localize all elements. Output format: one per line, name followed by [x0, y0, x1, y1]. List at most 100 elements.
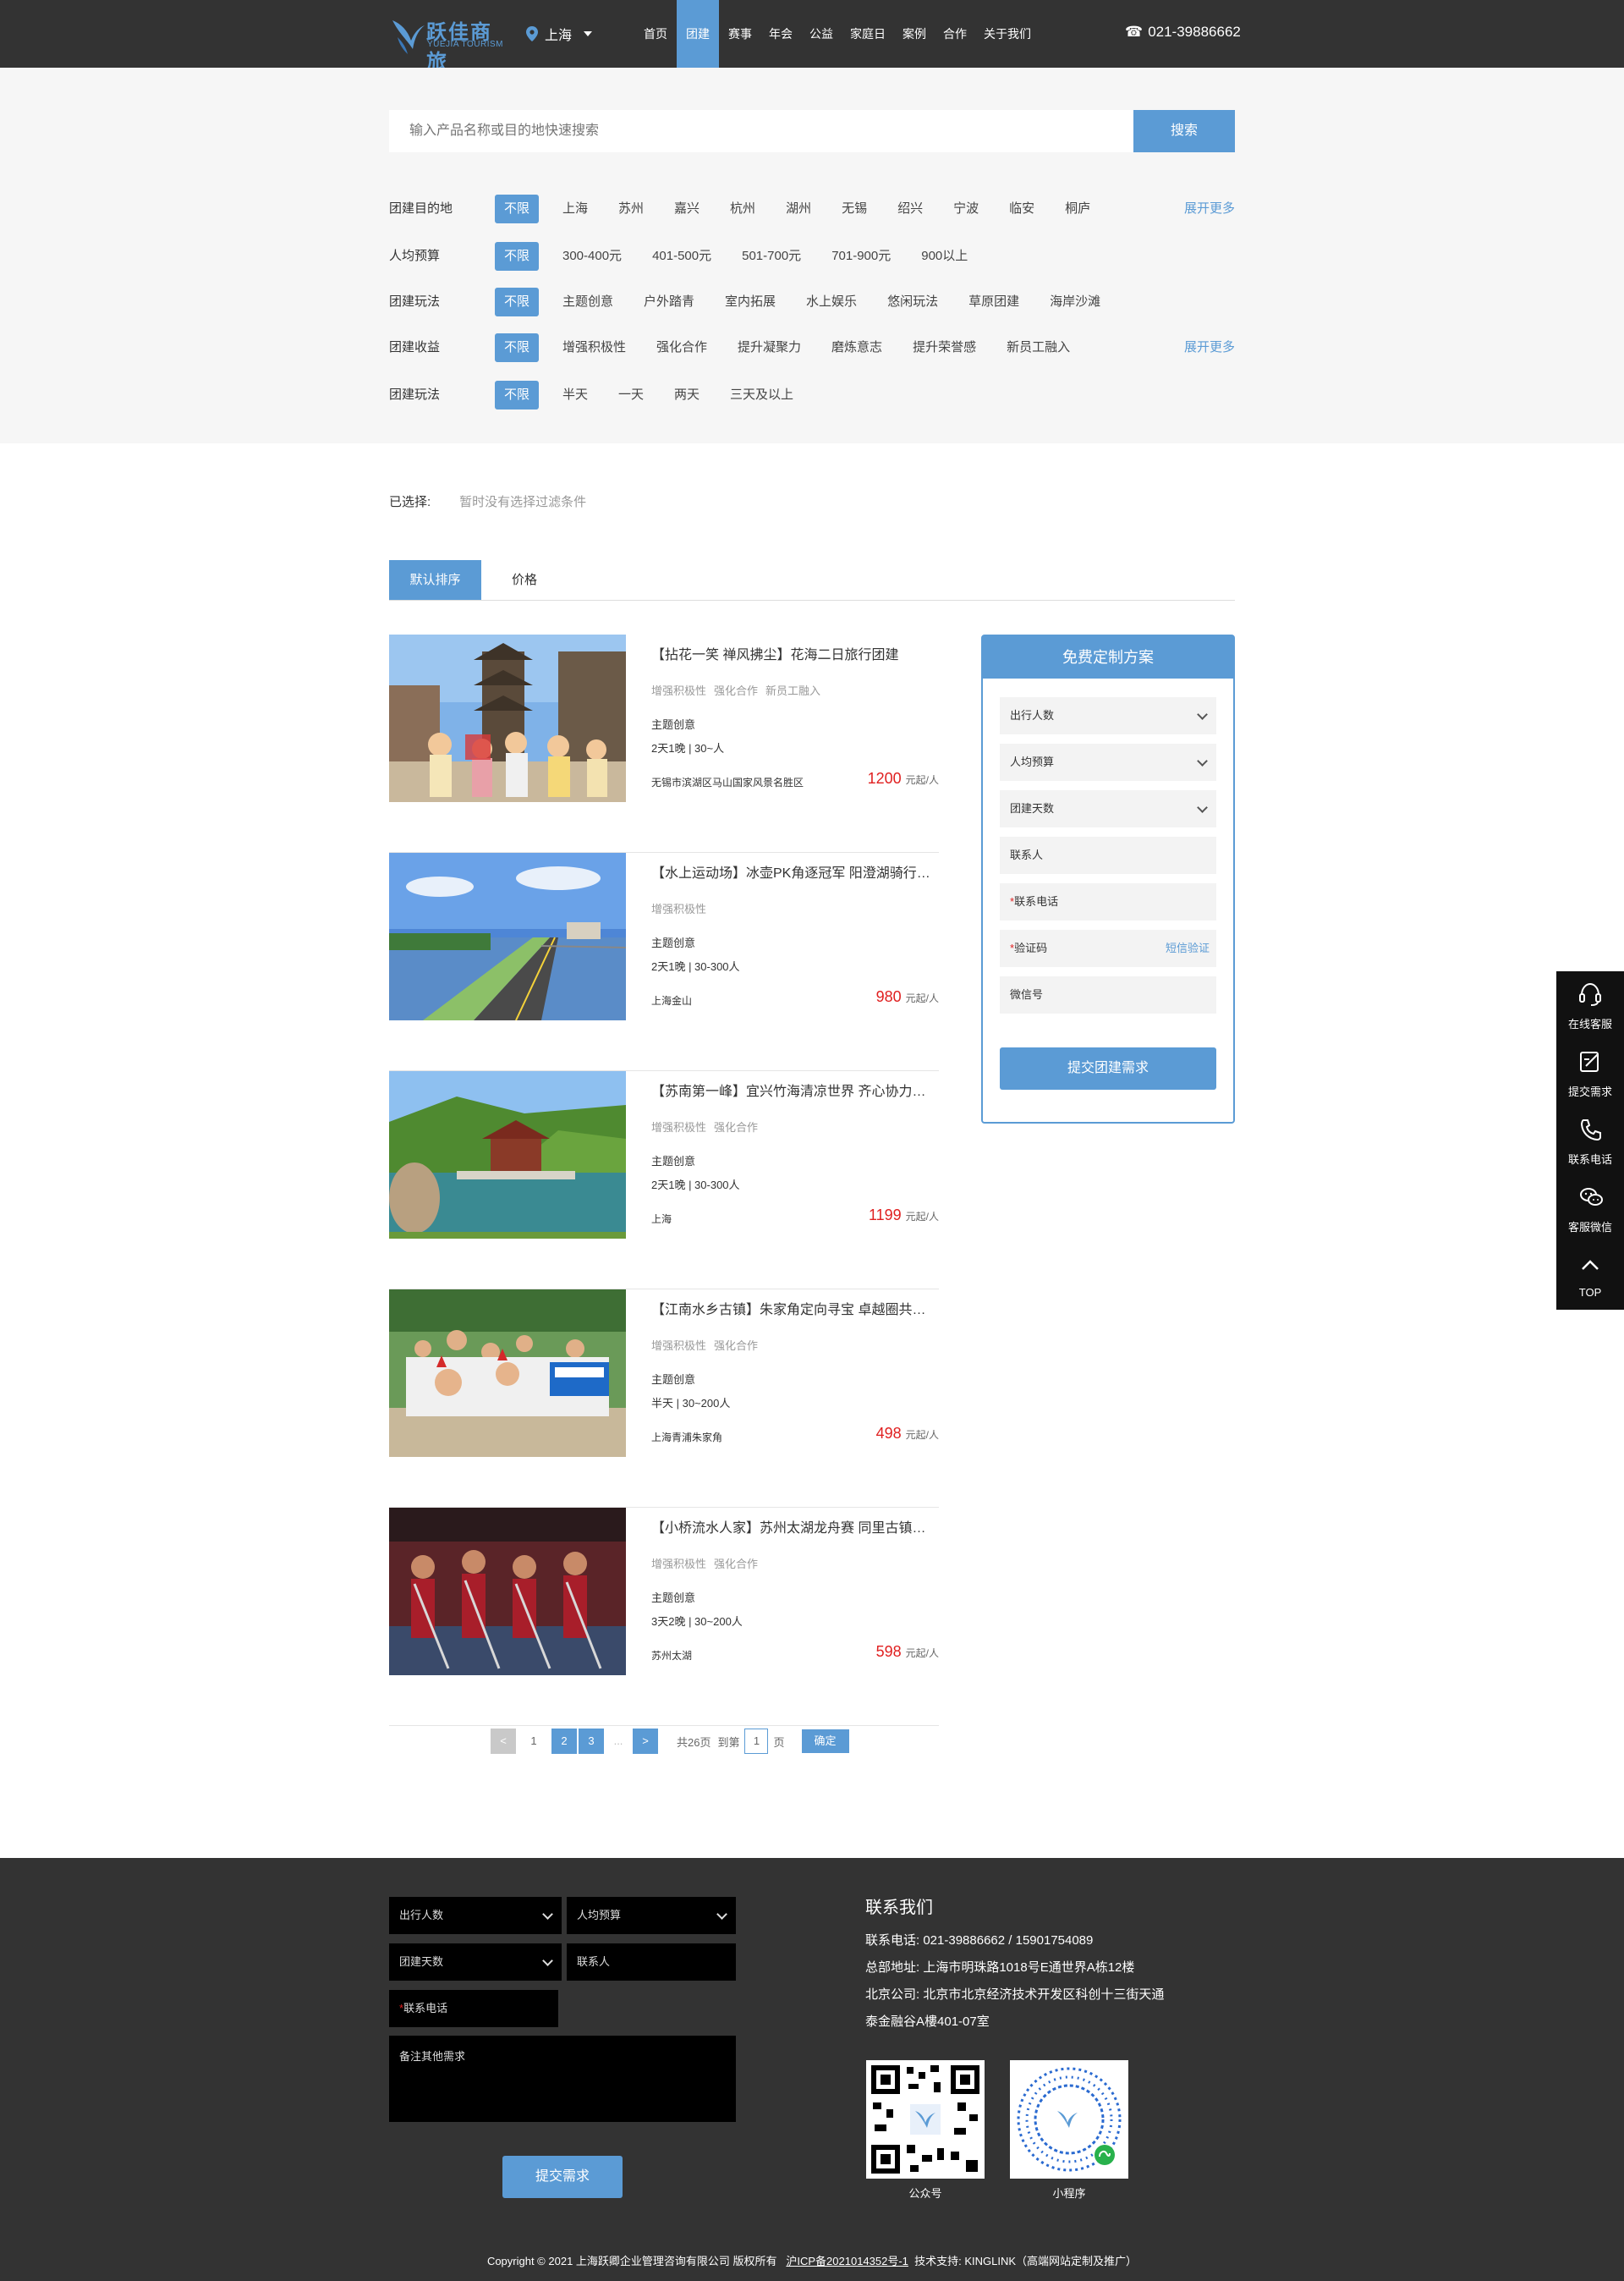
product-card[interactable]: 【水上运动场】冰壶PK角逐冠军 阳澄湖骑行环湖 增强积极性 主题创意 2天1晚 … — [389, 853, 939, 1071]
filter-option-any[interactable]: 不限 — [495, 195, 539, 223]
filter-option[interactable]: 上海 — [562, 194, 588, 224]
goto-page-input[interactable]: 1 — [744, 1729, 769, 1754]
filter-option[interactable]: 嘉兴 — [674, 194, 700, 224]
product-card[interactable]: 【小桥流水人家】苏州太湖龙舟赛 同里古镇休闲游 增强积极性 强化合作 主题创意 … — [389, 1508, 939, 1726]
nav-home[interactable]: 首页 — [636, 0, 675, 68]
icp-link[interactable]: 沪ICP备2021014352号-1 — [786, 2255, 908, 2267]
footer-travelers-select[interactable]: 出行人数 — [389, 1897, 562, 1934]
submit-request-button[interactable]: 提交需求 — [1556, 1039, 1624, 1107]
filter-option-any[interactable]: 不限 — [495, 242, 539, 271]
prev-page-button[interactable]: < — [491, 1729, 516, 1754]
nav-annual-meeting[interactable]: 年会 — [761, 0, 800, 68]
sms-verify-button[interactable]: 短信验证 — [1166, 930, 1210, 967]
filter-option[interactable]: 宁波 — [953, 194, 979, 224]
filter-option[interactable]: 杭州 — [730, 194, 755, 224]
filter-option[interactable]: 提升凝聚力 — [738, 333, 801, 363]
budget-select[interactable]: 人均预算 — [1000, 744, 1216, 781]
nav-cases[interactable]: 案例 — [895, 0, 934, 68]
product-title[interactable]: 【水上运动场】冰壶PK角逐冠军 阳澄湖骑行环湖 — [651, 861, 939, 882]
product-card[interactable]: 【江南水乡古镇】朱家角定向寻宝 卓越圈共创团队 增强积极性 强化合作 主题创意 … — [389, 1289, 939, 1508]
product-image[interactable] — [389, 853, 626, 1020]
filter-option[interactable]: 强化合作 — [656, 333, 707, 363]
page-1[interactable]: 1 — [521, 1729, 546, 1754]
footer-budget-select[interactable]: 人均预算 — [567, 1897, 736, 1934]
footer-phone-field[interactable]: *联系电话 — [389, 1990, 558, 2027]
filter-option[interactable]: 户外踏青 — [644, 287, 694, 317]
filter-option[interactable]: 悠闲玩法 — [887, 287, 938, 317]
verification-code-field[interactable]: *验证码 短信验证 — [1000, 930, 1216, 967]
filter-option[interactable]: 主题创意 — [562, 287, 613, 317]
filter-option[interactable]: 两天 — [674, 380, 700, 410]
filter-option[interactable]: 湖州 — [786, 194, 811, 224]
product-image[interactable] — [389, 1508, 626, 1675]
expand-more-link[interactable]: 展开更多 — [1184, 194, 1235, 224]
online-service-button[interactable]: 在线客服 — [1556, 971, 1624, 1039]
product-title[interactable]: 【江南水乡古镇】朱家角定向寻宝 卓越圈共创团队 — [651, 1298, 939, 1318]
phone-field[interactable]: *联系电话 — [1000, 883, 1216, 921]
filter-option[interactable]: 磨炼意志 — [831, 333, 882, 363]
brand-logo[interactable]: 跃佳商旅 YUEJIA TOURISM — [389, 12, 504, 74]
filter-option[interactable]: 桐庐 — [1065, 194, 1090, 224]
nav-family-day[interactable]: 家庭日 — [842, 0, 893, 68]
filter-option[interactable]: 300-400元 — [562, 241, 622, 272]
filter-option[interactable]: 501-700元 — [742, 241, 801, 272]
wechat-service-button[interactable]: 客服微信 — [1556, 1174, 1624, 1242]
back-to-top-button[interactable]: TOP — [1556, 1242, 1624, 1310]
page-2[interactable]: 2 — [551, 1729, 577, 1754]
filter-option[interactable]: 苏州 — [618, 194, 644, 224]
footer-days-select[interactable]: 团建天数 — [389, 1943, 562, 1981]
filter-option[interactable]: 一天 — [618, 380, 644, 410]
tab-default-sort[interactable]: 默认排序 — [389, 560, 481, 600]
filter-option[interactable]: 绍兴 — [897, 194, 923, 224]
travelers-select[interactable]: 出行人数 — [1000, 697, 1216, 734]
goto-confirm-button[interactable]: 确定 — [801, 1729, 849, 1753]
search-input[interactable] — [389, 110, 1133, 152]
filter-option[interactable]: 三天及以上 — [730, 380, 793, 410]
footer-contact-field[interactable]: 联系人 — [567, 1943, 736, 1981]
nav-team-building[interactable]: 团建 — [677, 0, 719, 68]
filter-option[interactable]: 401-500元 — [652, 241, 711, 272]
phone-icon — [1580, 1119, 1601, 1141]
product-title[interactable]: 【拈花一笑 禅风拂尘】花海二日旅行团建 — [651, 643, 939, 663]
contact-name-field[interactable]: 联系人 — [1000, 837, 1216, 874]
filter-option[interactable]: 临安 — [1009, 194, 1034, 224]
filter-option[interactable]: 半天 — [562, 380, 588, 410]
footer-submit-button[interactable]: 提交需求 — [502, 2156, 623, 2198]
filter-option-any[interactable]: 不限 — [495, 333, 539, 362]
header-phone[interactable]: ☎ 021-39886662 — [1125, 24, 1241, 41]
filter-option[interactable]: 无锡 — [842, 194, 867, 224]
product-image[interactable] — [389, 1289, 626, 1457]
page-3[interactable]: 3 — [579, 1729, 604, 1754]
filter-option[interactable]: 水上娱乐 — [806, 287, 857, 317]
filter-option[interactable]: 提升荣誉感 — [913, 333, 976, 363]
city-selector[interactable]: 上海 — [526, 23, 593, 45]
footer-remark-textarea[interactable]: 备注其他需求 — [389, 2036, 736, 2122]
nav-events[interactable]: 赛事 — [721, 0, 760, 68]
search-button[interactable]: 搜索 — [1133, 110, 1235, 152]
wechat-field[interactable]: 微信号 — [1000, 976, 1216, 1014]
product-card[interactable]: 【苏南第一峰】宜兴竹海清凉世界 齐心协力共攀高峰 增强积极性 强化合作 主题创意… — [389, 1071, 939, 1289]
product-card[interactable]: 【拈花一笑 禅风拂尘】花海二日旅行团建 增强积极性 强化合作 新员工融入 主题创… — [389, 635, 939, 853]
filter-option-any[interactable]: 不限 — [495, 381, 539, 409]
submit-plan-button[interactable]: 提交团建需求 — [1000, 1047, 1216, 1090]
nav-charity[interactable]: 公益 — [802, 0, 841, 68]
product-title[interactable]: 【小桥流水人家】苏州太湖龙舟赛 同里古镇休闲游 — [651, 1516, 939, 1536]
next-page-button[interactable]: > — [633, 1729, 658, 1754]
filter-option[interactable]: 900以上 — [921, 241, 968, 272]
product-image[interactable] — [389, 1071, 626, 1239]
nav-about[interactable]: 关于我们 — [976, 0, 1039, 68]
filter-option-any[interactable]: 不限 — [495, 288, 539, 316]
expand-more-link[interactable]: 展开更多 — [1184, 333, 1235, 363]
filter-option[interactable]: 701-900元 — [831, 241, 891, 272]
tab-price-sort[interactable]: 价格 — [491, 560, 557, 600]
filter-option[interactable]: 新员工融入 — [1007, 333, 1070, 363]
contact-phone-button[interactable]: 联系电话 — [1556, 1107, 1624, 1174]
days-select[interactable]: 团建天数 — [1000, 790, 1216, 827]
filter-option[interactable]: 室内拓展 — [725, 287, 776, 317]
filter-option[interactable]: 增强积极性 — [562, 333, 626, 363]
nav-cooperation[interactable]: 合作 — [935, 0, 974, 68]
filter-option[interactable]: 海岸沙滩 — [1050, 287, 1100, 317]
product-title[interactable]: 【苏南第一峰】宜兴竹海清凉世界 齐心协力共攀高峰 — [651, 1080, 939, 1100]
filter-option[interactable]: 草原团建 — [968, 287, 1019, 317]
product-image[interactable] — [389, 635, 626, 802]
